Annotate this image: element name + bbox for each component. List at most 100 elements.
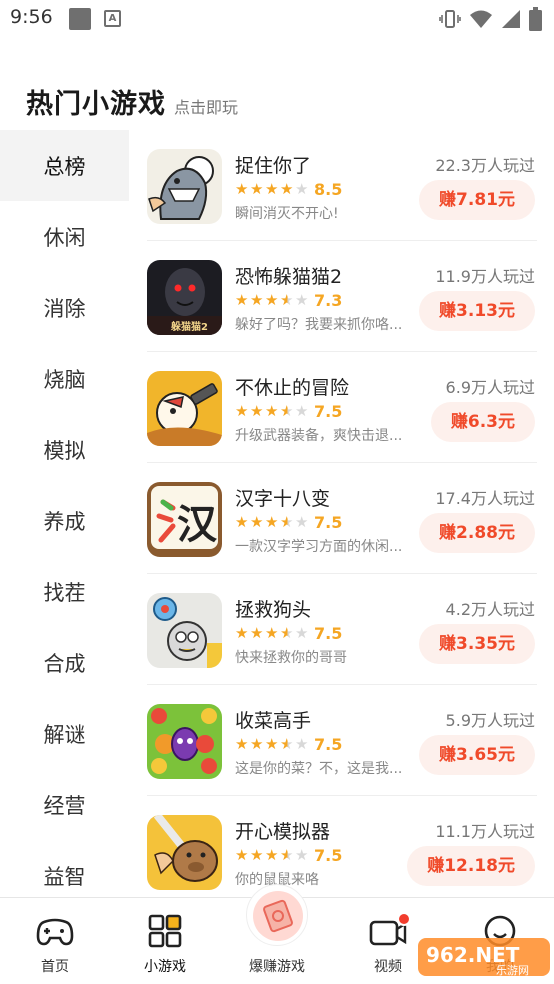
game-description: 躲好了吗？我要来抓你咯...: [235, 317, 403, 333]
player-count: 4.2万人玩过: [445, 600, 535, 619]
game-rating: ★ ★ ★ ★ ★ 7.5: [235, 846, 342, 865]
sidebar-item-puzzle[interactable]: 解谜: [0, 698, 129, 769]
star-icon: ★: [295, 180, 309, 198]
star-half-icon: ★: [280, 291, 294, 309]
game-description: 快来拯救你的哥哥: [235, 650, 347, 666]
earn-button[interactable]: 赚6.3元: [430, 402, 535, 442]
sidebar-item-spot-difference[interactable]: 找茬: [0, 556, 129, 627]
earn-button[interactable]: 赚2.88元: [419, 513, 535, 553]
sidebar-item-casual[interactable]: 休闲: [0, 201, 129, 272]
game-name: 恐怖躲猫猫2: [235, 266, 343, 288]
text-notification-icon: A: [104, 10, 121, 27]
battery-icon: [529, 7, 542, 31]
game-row[interactable]: 汉 汉字十八变 ★ ★ ★ ★ ★ 7.5 一款汉字学习方面的休闲... 17.4万人玩…: [147, 463, 537, 574]
sidebar-item-total[interactable]: 总榜: [0, 130, 129, 201]
signal-icon: [502, 10, 520, 28]
sidebar-item-match[interactable]: 消除: [0, 272, 129, 343]
player-count: 6.9万人玩过: [445, 378, 535, 397]
star-icon: ★: [250, 624, 264, 642]
game-name: 汉字十八变: [235, 488, 331, 510]
save-dog-icon[interactable]: [147, 593, 222, 668]
star-icon: ★: [250, 402, 264, 420]
game-rating: ★ ★ ★ ★ ★ 8.5: [235, 179, 343, 199]
earn-button[interactable]: 赚3.65元: [419, 735, 535, 775]
game-score: 8.5: [314, 179, 343, 199]
star-icon: ★: [295, 624, 309, 642]
game-rating: ★ ★ ★ ★ ★ 7.5: [235, 624, 342, 643]
star-icon: ★: [250, 180, 264, 198]
page-title: 热门小游戏: [26, 89, 166, 120]
endless-adventure-icon[interactable]: [147, 371, 222, 446]
nav-home[interactable]: 首页: [10, 898, 100, 984]
nav-mini-games[interactable]: 小游戏: [120, 898, 210, 984]
nav-label: 小游戏: [144, 959, 186, 975]
star-icon: ★: [280, 180, 294, 198]
player-count: 22.3万人玩过: [435, 156, 535, 175]
game-rating: ★ ★ ★ ★ ★ 7.5: [235, 401, 343, 421]
gamepad-icon: [36, 918, 74, 946]
star-icon: ★: [265, 402, 279, 420]
star-icon: ★: [250, 513, 264, 531]
star-icon: ★: [295, 291, 309, 309]
star-icon: ★: [295, 513, 309, 531]
game-list: 捉住你了 ★ ★ ★ ★ ★ 8.5 瞬间消灭不开心! 22.3万人玩过 赚7.81元 …: [147, 130, 537, 898]
site-watermark: 962.NET 乐游网: [418, 938, 550, 977]
nav-label: 首页: [41, 959, 69, 975]
vegetable-match-icon[interactable]: [147, 704, 222, 779]
star-icon: ★: [265, 735, 279, 753]
sidebar-item-intellect[interactable]: 益智: [0, 840, 129, 898]
notification-icon: [69, 8, 91, 30]
money-icon: [253, 891, 303, 941]
earn-button[interactable]: 赚3.13元: [419, 291, 535, 331]
star-icon: ★: [295, 735, 309, 753]
game-score: 7.5: [314, 401, 343, 421]
star-half-icon: ★: [280, 513, 294, 531]
game-rating: ★ ★ ★ ★ ★ 7.3: [235, 291, 342, 310]
earn-button[interactable]: 赚12.18元: [407, 846, 535, 886]
game-row[interactable]: 不休止的冒险 ★ ★ ★ ★ ★ 7.5 升级武器装备，爽快击退... 6.9万人玩过 …: [147, 352, 537, 463]
game-name: 开心模拟器: [235, 821, 331, 843]
star-icon: ★: [235, 624, 249, 642]
star-icon: ★: [265, 624, 279, 642]
star-icon: ★: [265, 513, 279, 531]
grid-icon: [148, 914, 182, 948]
sidebar-item-simulation[interactable]: 模拟: [0, 414, 129, 485]
hanzi-icon[interactable]: 汉: [147, 482, 222, 557]
page-subtitle: 点击即玩: [174, 98, 239, 117]
capybara-icon[interactable]: [147, 815, 222, 890]
star-icon: ★: [265, 291, 279, 309]
watermark-subtext: 乐游网: [496, 964, 529, 977]
status-bar: 9:56 A: [0, 0, 554, 38]
earn-button[interactable]: 赚3.35元: [419, 624, 535, 664]
star-half-icon: ★: [280, 624, 294, 642]
shark-cat-icon[interactable]: [147, 149, 222, 224]
game-row[interactable]: 躲猫猫2 恐怖躲猫猫2 ★ ★ ★ ★ ★ 7.3 躲好了吗？我要来抓你咯... 11.…: [147, 241, 537, 352]
notification-dot: [397, 912, 411, 926]
game-row[interactable]: 拯救狗头 ★ ★ ★ ★ ★ 7.5 快来拯救你的哥哥 4.2万人玩过 赚3.35元: [147, 574, 537, 685]
horror-hide-seek-icon[interactable]: 躲猫猫2: [147, 260, 222, 335]
star-icon: ★: [295, 846, 309, 864]
sidebar-item-raising[interactable]: 养成: [0, 485, 129, 556]
star-half-icon: ★: [280, 735, 294, 753]
earn-button[interactable]: 赚7.81元: [419, 180, 535, 220]
game-row[interactable]: 捉住你了 ★ ★ ★ ★ ★ 8.5 瞬间消灭不开心! 22.3万人玩过 赚7.81元: [147, 130, 537, 241]
category-sidebar: 总榜 休闲 消除 烧脑 模拟 养成 找茬 合成 解谜 经营 益智: [0, 130, 129, 898]
nav-hot-earn-games[interactable]: 爆赚游戏: [232, 884, 322, 984]
star-icon: ★: [235, 291, 249, 309]
game-name: 收菜高手: [235, 710, 312, 732]
player-count: 17.4万人玩过: [435, 489, 535, 508]
game-row[interactable]: 开心模拟器 ★ ★ ★ ★ ★ 7.5 你的鼠鼠来咯 11.1万人玩过 赚12.18元: [147, 796, 537, 898]
star-icon: ★: [265, 846, 279, 864]
sidebar-item-brain[interactable]: 烧脑: [0, 343, 129, 414]
player-count: 11.9万人玩过: [435, 267, 535, 286]
vibrate-icon: [439, 10, 461, 28]
sidebar-item-merge[interactable]: 合成: [0, 627, 129, 698]
page-header: 热门小游戏 点击即玩: [26, 82, 238, 121]
game-name: 不休止的冒险: [235, 377, 350, 399]
game-name: 拯救狗头: [235, 599, 312, 621]
game-row[interactable]: 收菜高手 ★ ★ ★ ★ ★ 7.5 这是你的菜？不，这是我... 5.9万人玩过 赚3…: [147, 685, 537, 796]
sidebar-item-management[interactable]: 经营: [0, 769, 129, 840]
status-time: 9:56: [10, 6, 53, 28]
star-half-icon: ★: [280, 846, 294, 864]
player-count: 5.9万人玩过: [445, 711, 535, 730]
